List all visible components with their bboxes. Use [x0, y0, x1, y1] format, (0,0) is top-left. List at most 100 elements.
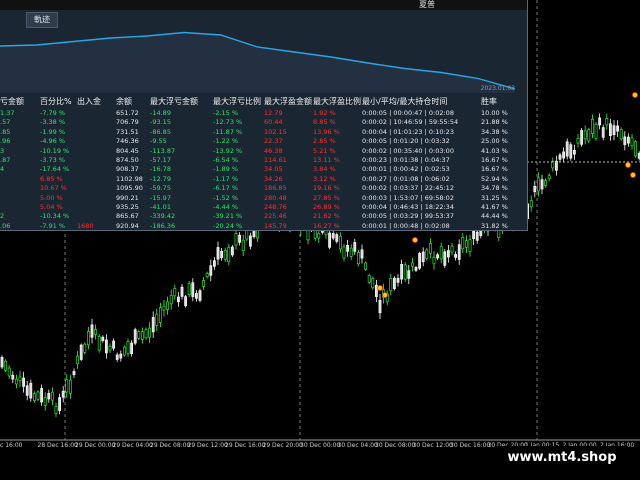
candle-body: [583, 130, 587, 140]
candle-body: [547, 175, 551, 180]
candle-body: [162, 305, 166, 311]
candle-body: [159, 307, 162, 323]
candle-body: [428, 243, 432, 254]
candle-body: [364, 262, 368, 270]
candle-body: [40, 388, 44, 403]
candle-body: [608, 123, 612, 136]
candle-body: [536, 177, 540, 192]
candle-body: [191, 282, 195, 297]
candle-body: [374, 284, 378, 297]
candle-body: [180, 286, 184, 297]
candle-body: [590, 118, 594, 134]
candle-body: [356, 252, 360, 265]
table-cell: 1000: [77, 230, 94, 231]
trade-marker: [625, 162, 631, 168]
candle-body: [612, 125, 616, 136]
candle-body: [346, 245, 350, 252]
candle-body: [353, 242, 357, 252]
candle-body: [148, 327, 152, 338]
candle-body: [231, 246, 234, 256]
candle-body: [72, 371, 76, 376]
corner-label: 夏普: [419, 0, 435, 9]
candle-body: [569, 144, 573, 159]
candle-body: [54, 406, 58, 414]
candle-body: [331, 233, 335, 239]
candle-body: [90, 324, 94, 338]
trade-marker: [412, 237, 418, 243]
table-row: 8.28 -34.83 % 1000 -339.42 -39.21 % 275.46 31.…: [0, 230, 527, 231]
candle-body: [468, 239, 472, 252]
candle-body: [87, 331, 90, 346]
candle-body: [126, 341, 130, 354]
statistics-panel: 夏普 軌迹 2023.01.03 亏金额 百分比% 出入金 余额 最大浮亏金额 最大浮亏比…: [0, 0, 528, 231]
candle-body: [407, 270, 411, 279]
candle-body: [115, 354, 119, 360]
candle-body: [83, 343, 87, 353]
time-tick-label: 29 Dec 16:00: [225, 442, 266, 449]
candle-body: [580, 130, 584, 145]
candle-body: [166, 301, 170, 310]
table-cell: 8.28: [0, 230, 14, 231]
watermark-logo: www.mt4.shop: [496, 446, 628, 470]
candle-body: [50, 391, 54, 401]
candle-body: [249, 235, 252, 247]
candle-body: [457, 244, 461, 260]
candle-body: [36, 391, 40, 400]
equity-end-date: 2023.01.03: [480, 85, 515, 92]
candle-body: [187, 283, 191, 295]
candle-body: [544, 180, 548, 186]
candle-body: [32, 393, 36, 401]
candle-body: [475, 231, 479, 241]
table-cell: -339.42: [150, 230, 175, 231]
candle-body: [533, 185, 537, 193]
candle-body: [11, 374, 15, 380]
column-header: 最大浮盈比例: [313, 97, 361, 106]
candle-body: [97, 336, 101, 351]
candle-body: [371, 277, 375, 289]
candle-body: [587, 129, 591, 142]
candle-body: [7, 367, 11, 377]
candle-body: [403, 264, 407, 280]
candle-body: [400, 264, 404, 280]
time-tick-label: 29 Dec 08:00: [150, 442, 191, 449]
candle-body: [112, 340, 116, 349]
candle-body: [18, 376, 22, 381]
candle-body: [317, 233, 321, 239]
candle-body: [202, 280, 206, 287]
candle-body: [464, 240, 468, 248]
candle-body: [205, 273, 209, 277]
equity-curve: [0, 31, 516, 93]
time-tick-label: 29 Dec 04:00: [112, 442, 153, 449]
candle-body: [461, 237, 465, 250]
column-header: 最大浮亏金额: [150, 97, 198, 106]
candle-body: [342, 246, 346, 259]
candle-body: [216, 247, 220, 260]
candle-body: [396, 277, 400, 283]
candle-body: [439, 246, 443, 260]
candle-body: [623, 136, 627, 145]
candle-body: [313, 230, 317, 239]
candle-body: [335, 234, 339, 242]
candle-body: [572, 149, 576, 155]
candle-body: [130, 342, 134, 355]
candle-body: [4, 360, 8, 371]
candle-body: [76, 355, 80, 365]
candle-body: [29, 382, 33, 399]
candle-body: [223, 250, 227, 260]
candle-body: [141, 331, 144, 340]
candle-body: [443, 251, 447, 266]
candle-body: [576, 138, 580, 144]
candle-body: [338, 235, 342, 250]
candle-body: [634, 141, 638, 157]
tab-trajectory[interactable]: 軌迹: [26, 12, 58, 28]
candle-body: [123, 346, 126, 356]
time-tick-label: 29 Dec 12:00: [187, 442, 228, 449]
column-header: 百分比%: [40, 97, 72, 106]
time-tick-label: 30 Dec 12:00: [412, 442, 453, 449]
time-tick-label: 30 Dec 16:00: [450, 442, 491, 449]
table-cell: -39.21 %: [213, 230, 242, 231]
candle-body: [562, 151, 566, 159]
candle-body: [0, 357, 4, 368]
candle-body: [169, 295, 173, 305]
trade-marker: [377, 285, 383, 291]
